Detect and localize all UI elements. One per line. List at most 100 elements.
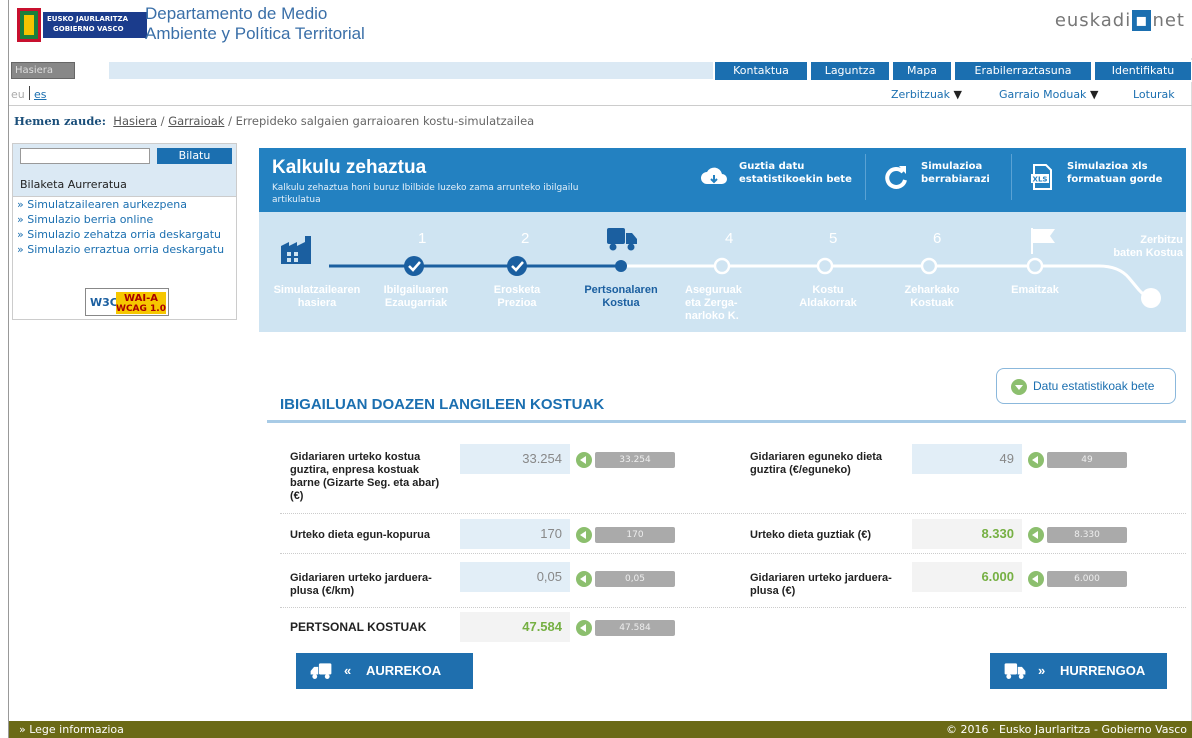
previous-button[interactable]: « AURREKOA	[296, 653, 473, 689]
page-frame: EUSKO JAURLARITZA GOBIERNO VASCO Departa…	[8, 0, 1192, 738]
step-label-insurance[interactable]: Aseguruak eta Zerga-narloko K.	[679, 284, 765, 323]
step-label-line: Ezaugarriak	[384, 297, 448, 309]
banner-title: Kalkulu zehaztua	[272, 157, 427, 178]
section-divider	[267, 420, 1186, 423]
step-label-line: Aldakorrak	[799, 297, 857, 309]
sidebar-item-presentation[interactable]: » Simulatzailearen aurkezpena	[13, 197, 236, 212]
step-label-vehicle[interactable]: Ibilgailuaren Ezaugarriak	[371, 284, 461, 310]
legal-link[interactable]: » Lege informazioa	[19, 721, 124, 738]
personnel-costs-reference: 47.584	[595, 620, 675, 636]
wcag-version: WCAG 1.0	[116, 304, 166, 314]
step-label-results[interactable]: Emaitzak	[995, 284, 1075, 297]
step-number-2: 2	[521, 230, 530, 247]
step-label-line: Ibilgailuaren	[383, 284, 449, 296]
step-label-purchase[interactable]: Erosketa Prezioa	[474, 284, 560, 310]
menu-services-label: Zerbitzuak	[891, 88, 951, 101]
restore-left-icon[interactable]	[576, 571, 592, 587]
top-navigation-bar: Hasiera Kontaktua Laguntza Mapa Erabiler…	[9, 60, 1192, 82]
double-chevron-left-icon: «	[344, 663, 352, 678]
arrow-down-icon	[1011, 379, 1027, 395]
field-label-annual-allowances: Urteko dieta guztiak (€)	[750, 529, 872, 541]
next-button[interactable]: » HURRENGOA	[990, 653, 1167, 689]
nav-login[interactable]: Identifikatu	[1095, 62, 1191, 80]
banner-subtitle: Kalkulu zehaztua honi buruz Ibilbide luz…	[272, 183, 579, 205]
restore-left-icon[interactable]	[576, 527, 592, 543]
allowance-days-input[interactable]: 170	[460, 519, 570, 549]
restore-left-icon[interactable]	[1028, 527, 1044, 543]
lang-es-link[interactable]: es	[34, 88, 47, 101]
government-logo[interactable]: EUSKO JAURLARITZA GOBIERNO VASCO	[17, 8, 147, 42]
daily-allowance-input[interactable]: 49	[912, 444, 1022, 474]
wcag-badge: WAI-A WCAG 1.0	[116, 292, 166, 314]
truck-icon	[607, 228, 637, 251]
wai-a-badge[interactable]: W3C WAI-A WCAG 1.0	[85, 288, 169, 316]
search-input[interactable]	[20, 148, 150, 164]
sidebar-item-new-simulation[interactable]: » Simulazio berria online	[13, 212, 236, 227]
breadcrumb-home[interactable]: Hasiera	[113, 114, 157, 128]
nav-map[interactable]: Mapa	[893, 62, 951, 80]
banner-separator	[1011, 154, 1012, 200]
save-xls-label: Simulazioa xls formatuan gorde	[1067, 160, 1162, 186]
restore-left-icon[interactable]	[576, 452, 592, 468]
sidebar-item-download-simple[interactable]: » Simulazio erraztua orria deskargatu	[13, 242, 236, 257]
nav-help[interactable]: Laguntza	[811, 62, 889, 80]
step-label-line: Zerbitzu	[1140, 234, 1183, 246]
personnel-costs-value: 47.584	[460, 612, 570, 642]
restore-left-icon[interactable]	[1028, 571, 1044, 587]
copyright: © 2016 · Eusko Jaurlaritza - Gobierno Va…	[946, 723, 1187, 736]
topbar-filler	[109, 62, 713, 79]
caret-down-icon: ▼	[953, 88, 963, 101]
sidebar-item-download-detailed[interactable]: » Simulazio zehatza orria deskargatu	[13, 227, 236, 242]
step-label-service[interactable]: Zerbitzu baten Kostua	[1099, 234, 1183, 260]
step-label-line: Pertsonalaren	[584, 284, 658, 296]
annual-cost-input[interactable]: 33.254	[460, 444, 570, 474]
sidebar-menu: » Simulatzailearen aurkezpena » Simulazi…	[13, 196, 236, 257]
dept-line-2: Ambiente y Política Territorial	[145, 24, 365, 43]
portal-name: euskadi	[1054, 10, 1132, 31]
step-label-indirect[interactable]: Zeharkako Kostuak	[889, 284, 975, 310]
nav-contact[interactable]: Kontaktua	[715, 62, 807, 80]
step-label-line: Emaitzak	[1011, 284, 1059, 296]
nav-accessibility[interactable]: Erabilerraztasuna	[955, 62, 1091, 80]
breadcrumb-current: Errepideko salgaien garraioaren kostu-si…	[235, 114, 535, 128]
action-line: estatistikoekin bete	[739, 174, 852, 185]
bonus-km-input[interactable]: 0,05	[460, 562, 570, 592]
banner-separator	[865, 154, 866, 200]
field-label-daily-allowance: Gidariaren eguneko dieta guztira (€/egun…	[750, 451, 883, 476]
menu-transport-modes[interactable]: Garraio Moduak ▼	[999, 88, 1098, 101]
refresh-icon	[885, 166, 907, 189]
restore-left-icon[interactable]	[576, 620, 592, 636]
step-label-variable[interactable]: Kostu Aldakorrak	[785, 284, 871, 310]
save-xls-action[interactable]: XLS Simulazioa xls formatuan gorde	[1027, 160, 1177, 200]
action-line: Guztia datu	[739, 161, 805, 172]
euskadi-net-logo[interactable]: euskadi ▪ net	[1055, 10, 1185, 31]
menu-services[interactable]: Zerbitzuak ▼	[891, 88, 962, 101]
previous-label: AURREKOA	[366, 663, 442, 678]
field-label-bonus-total: Gidariaren urteko jarduera-plusa (€)	[750, 572, 892, 597]
fill-statistics-label: Guztia datu estatistikoekin bete	[739, 160, 852, 186]
step-label-line: hasiera	[297, 297, 337, 309]
bonus-total-reference: 6.000	[1047, 571, 1127, 587]
advanced-search-label: Bilaketa Aurreratua	[20, 178, 127, 191]
sidebar: Bilatu Bilaketa Aurreratua » Simulatzail…	[12, 143, 237, 320]
fill-statistics-action[interactable]: Guztia datu estatistikoekin bete	[699, 160, 855, 200]
breadcrumb-transport[interactable]: Garraioak	[168, 114, 224, 128]
fill-statistics-button[interactable]: Datu estatistikoak bete	[996, 368, 1176, 404]
step-label-line: Simulatzailearen	[273, 284, 361, 296]
step-number-5: 5	[829, 230, 838, 247]
menu-links[interactable]: Loturak	[1133, 88, 1175, 101]
bonus-total-value: 6.000	[912, 562, 1022, 592]
daily-allowance-reference: 49	[1047, 452, 1127, 468]
step-progress: 1 2 4 5 6 Simulatzailearen hasiera Ibilga…	[259, 212, 1186, 332]
legal-label: Lege informazioa	[29, 723, 124, 736]
restore-left-icon[interactable]	[1028, 452, 1044, 468]
portal-badge: ▪	[1132, 10, 1152, 31]
step-label-start[interactable]: Simulatzailearen hasiera	[267, 284, 367, 310]
search-button[interactable]: Bilatu	[157, 148, 232, 164]
step-label-line: Kostua	[602, 297, 640, 309]
step-number-1: 1	[418, 230, 427, 247]
restart-simulation-action[interactable]: Simulazioa berrabiarazi	[881, 160, 1001, 200]
field-label-allowance-days: Urteko dieta egun-kopurua	[290, 529, 430, 541]
home-button[interactable]: Hasiera	[11, 62, 75, 79]
step-label-personnel[interactable]: Pertsonalaren Kostua	[575, 284, 667, 310]
